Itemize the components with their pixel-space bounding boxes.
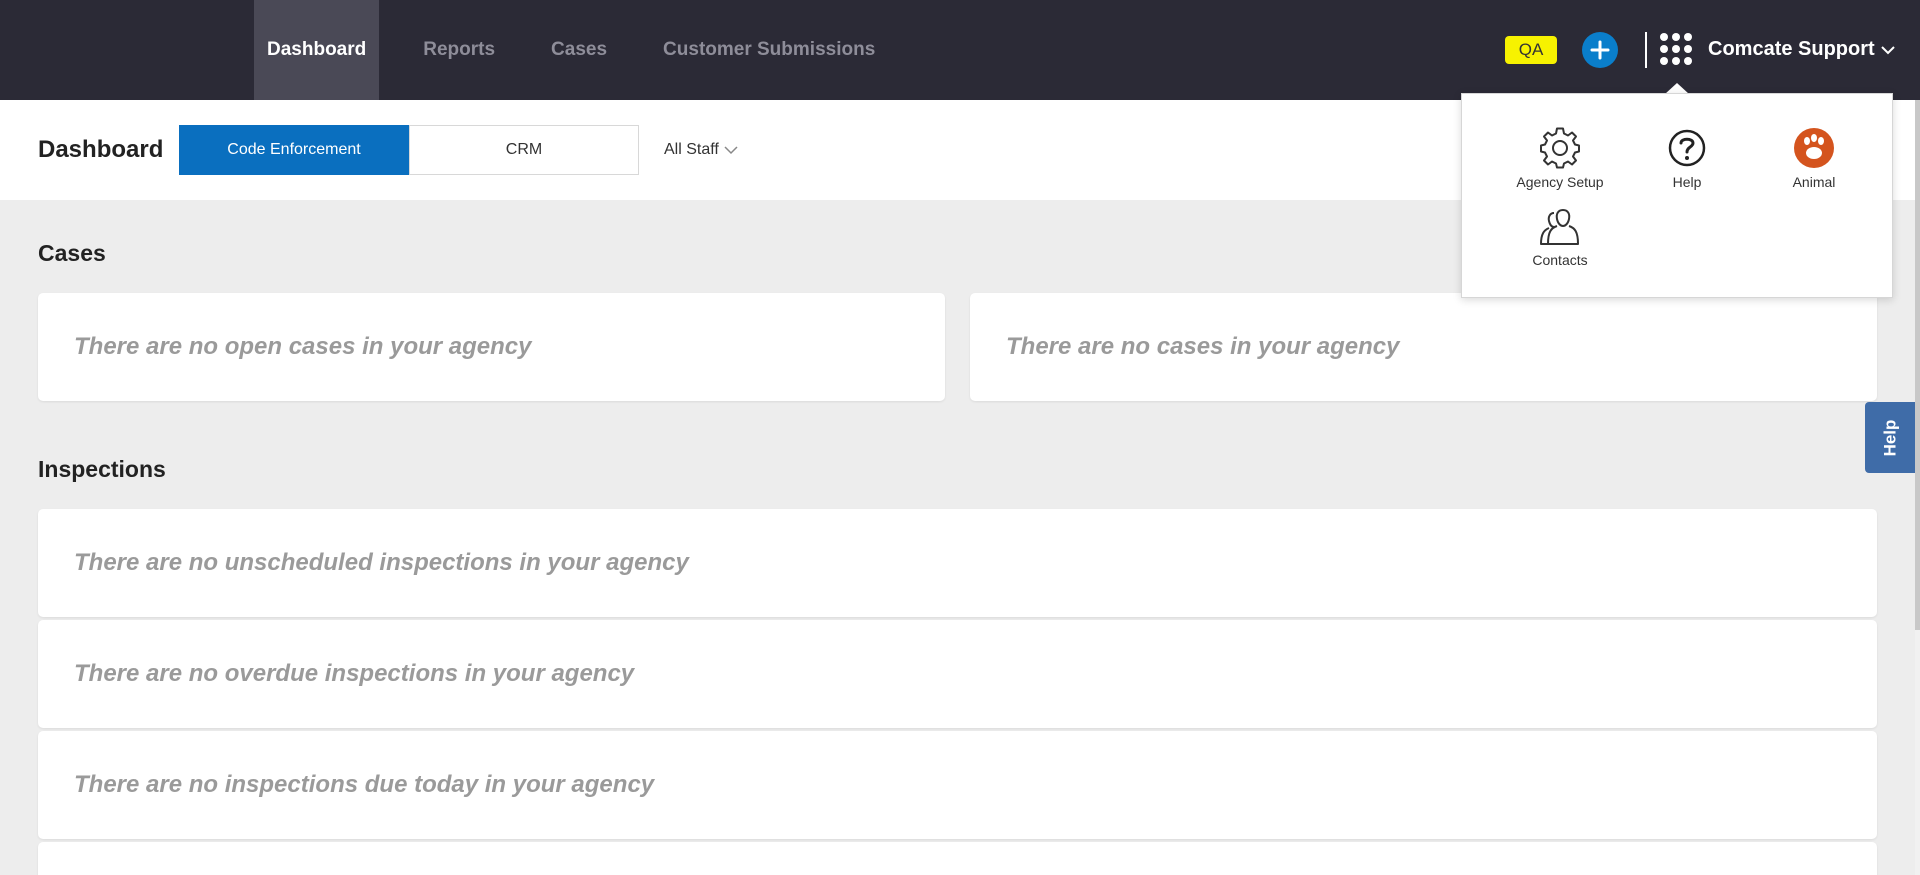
add-button[interactable]: [1582, 32, 1618, 68]
empty-state-text: There are no cases in your agency: [1006, 333, 1400, 360]
inspections-section-title: Inspections: [38, 456, 166, 482]
app-label: Contacts: [1532, 252, 1588, 268]
nav-reports[interactable]: Reports: [411, 0, 507, 100]
environment-badge: QA: [1505, 36, 1557, 64]
app-agency-setup[interactable]: Agency Setup: [1505, 126, 1615, 190]
paw-icon: [1759, 126, 1869, 170]
tab-code-enforcement[interactable]: Code Enforcement: [179, 125, 409, 175]
empty-state-text: There are no unscheduled inspections in …: [74, 549, 689, 576]
empty-state-text: There are no inspections due today in yo…: [74, 771, 655, 798]
empty-state-card: There are no cases in your agency: [970, 293, 1877, 401]
empty-state-card: There are no inspections due today in yo…: [38, 731, 1877, 839]
account-name: Comcate Support: [1708, 38, 1875, 60]
nav-customer-submissions[interactable]: Customer Submissions: [651, 0, 887, 100]
empty-state-text: There are no open cases in your agency: [74, 333, 532, 360]
gear-icon: [1505, 126, 1615, 170]
help-side-tab[interactable]: Help: [1865, 402, 1915, 473]
staff-filter-dropdown[interactable]: All Staff: [664, 141, 738, 159]
app-label: Animal: [1792, 174, 1836, 190]
apps-grid-button[interactable]: [1660, 33, 1692, 65]
empty-state-card: [38, 842, 1877, 875]
cases-section-title: Cases: [38, 240, 106, 266]
app-label: Agency Setup: [1516, 174, 1604, 190]
app-label: Help: [1672, 174, 1702, 190]
nav-dashboard[interactable]: Dashboard: [254, 0, 380, 100]
help-side-tab-label: Help: [1880, 419, 1899, 456]
apps-menu-popover: Agency Setup Help Animal Contacts: [1461, 93, 1893, 298]
empty-state-card: There are no overdue inspections in your…: [38, 620, 1877, 728]
app-help[interactable]: Help: [1632, 126, 1742, 190]
empty-state-card: There are no unscheduled inspections in …: [38, 509, 1877, 617]
staff-filter-label: All Staff: [664, 141, 719, 158]
question-circle-icon: [1632, 126, 1742, 170]
plus-icon: [1590, 40, 1610, 60]
page-title: Dashboard: [38, 136, 164, 163]
empty-state-text: There are no overdue inspections in your…: [74, 660, 635, 687]
app-animal[interactable]: Animal: [1759, 126, 1869, 190]
account-menu[interactable]: Comcate Support: [1708, 38, 1895, 61]
app-contacts[interactable]: Contacts: [1505, 204, 1615, 268]
chevron-down-icon: [724, 145, 738, 155]
header-divider: [1645, 32, 1647, 68]
main-nav: Dashboard Reports Cases Customer Submiss…: [254, 0, 919, 100]
chevron-down-icon: [1880, 45, 1895, 55]
tab-crm[interactable]: CRM: [409, 125, 639, 175]
empty-state-card: There are no open cases in your agency: [38, 293, 945, 401]
nav-cases[interactable]: Cases: [539, 0, 619, 100]
contacts-icon: [1505, 204, 1615, 248]
scrollbar-thumb[interactable]: [1915, 100, 1920, 630]
